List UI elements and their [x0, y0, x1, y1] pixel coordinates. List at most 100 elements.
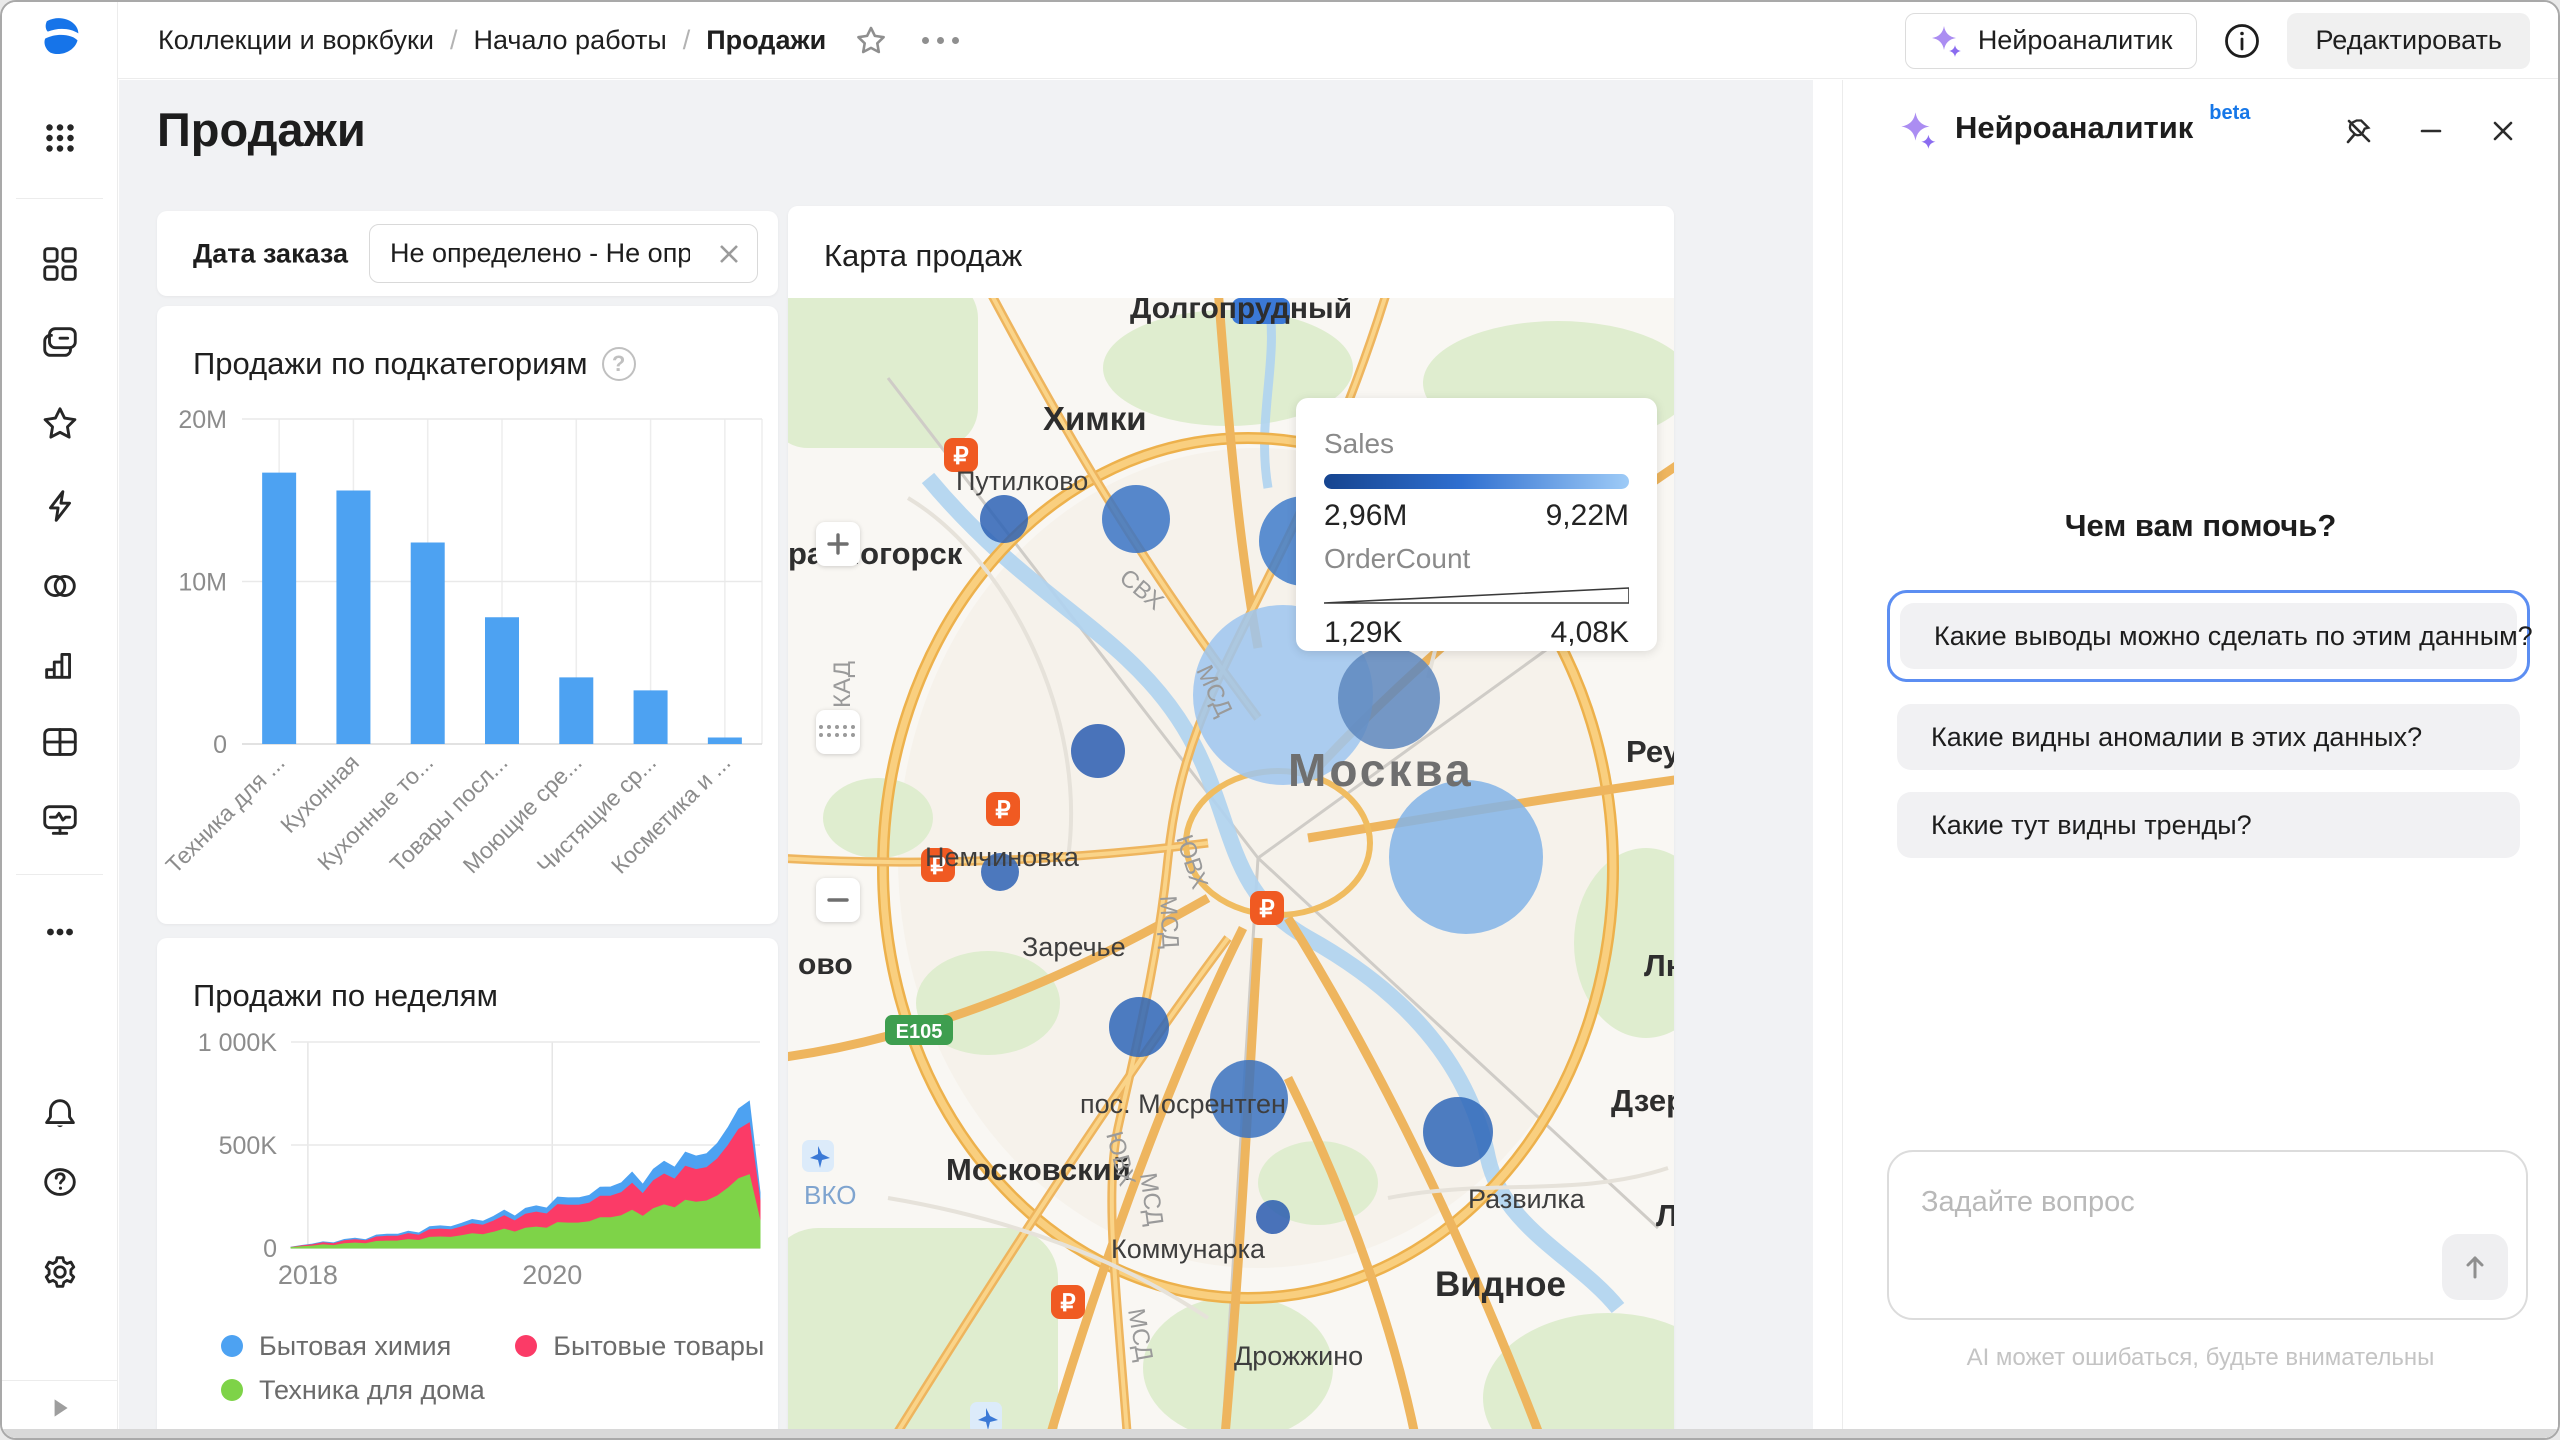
neuroanalyst-button[interactable]: Нейроаналитик	[1905, 13, 2198, 69]
date-filter-label: Дата заказа	[193, 238, 348, 269]
legend-dot-blue	[221, 1335, 243, 1357]
page-title: Продажи	[157, 102, 366, 157]
date-filter-card: Дата заказа Не определено - Не определен…	[157, 211, 778, 296]
dashboard-area: Продажи Дата заказа Не определено - Не о…	[119, 80, 1813, 1438]
question-input-placeholder: Задайте вопрос	[1921, 1186, 2135, 1219]
ai-disclaimer: AI может ошибаться, будьте внимательны	[1843, 1344, 2558, 1372]
svg-text:ово: ово	[798, 948, 853, 981]
more-actions-icon[interactable]	[922, 37, 959, 44]
svg-text:1 000K: 1 000K	[198, 1029, 278, 1057]
assistant-header: Нейроаналитик beta	[1843, 80, 2558, 176]
ordercount-max: 4,08K	[1551, 616, 1629, 650]
sales-map-card: Карта продаж	[788, 206, 1674, 1438]
svg-text:₽: ₽	[1259, 896, 1274, 923]
sidebar-expand-button[interactable]	[2, 1380, 117, 1434]
legend-item[interactable]: Бытовые товары	[515, 1326, 764, 1366]
help-icon[interactable]	[38, 1160, 82, 1204]
suggestion-chip[interactable]: Какие видны аномалии в этих данных?	[1897, 704, 2520, 770]
svg-text:0: 0	[263, 1235, 277, 1263]
svg-text:Развилка: Развилка	[1468, 1184, 1586, 1214]
suggestion-chip-label: Какие выводы можно сделать по этим данны…	[1900, 603, 2517, 669]
svg-text:Московский: Московский	[946, 1152, 1131, 1187]
breadcrumb-getting-started[interactable]: Начало работы	[473, 25, 666, 56]
svg-text:Видное: Видное	[1435, 1265, 1566, 1304]
arrow-up-icon	[2460, 1252, 2490, 1282]
breadcrumb-collections[interactable]: Коллекции и воркбуки	[158, 25, 434, 56]
ordercount-min: 1,29K	[1324, 616, 1402, 650]
svg-text:Коммунарка: Коммунарка	[1111, 1234, 1266, 1264]
legend-dot-green	[221, 1379, 243, 1401]
svg-text:Дзержинс: Дзержинс	[1611, 1083, 1674, 1118]
dashboards-icon[interactable]	[38, 242, 82, 286]
breadcrumb-separator: /	[683, 25, 691, 56]
edit-button[interactable]: Редактировать	[2287, 13, 2530, 69]
svg-text:₽: ₽	[1060, 1290, 1075, 1317]
breadcrumb: Коллекции и воркбуки / Начало работы / П…	[158, 2, 959, 79]
map-zoom-out-button[interactable]	[816, 878, 860, 922]
svg-text:20M: 20M	[178, 406, 227, 434]
datasets-icon[interactable]	[38, 564, 82, 608]
svg-text:2018: 2018	[278, 1260, 338, 1290]
bottom-scrollbar-track[interactable]	[2, 1429, 2558, 1438]
breadcrumb-separator: /	[450, 25, 458, 56]
map-viewport[interactable]: ₽₽₽₽₽E105ДолгопрудныйХимкиПутилковорасно…	[788, 298, 1674, 1438]
legend-item[interactable]: Техника для дома	[221, 1370, 485, 1410]
neuroanalyst-panel: Нейроаналитик beta Чем вам помочь? Какие…	[1842, 80, 2558, 1438]
bar-chart[interactable]: 010M20MТехника для ...КухоннаяКухонные т…	[157, 306, 778, 924]
minimize-icon[interactable]	[2416, 116, 2446, 146]
svg-text:Реуто: Реуто	[1626, 734, 1674, 769]
tables-icon[interactable]	[38, 720, 82, 764]
charts-icon[interactable]	[38, 642, 82, 686]
svg-text:2020: 2020	[522, 1260, 582, 1290]
connections-icon[interactable]	[38, 484, 82, 528]
suggestion-chip-focused[interactable]: Какие выводы можно сделать по этим данны…	[1887, 590, 2530, 682]
svg-text:Дрожжино: Дрожжино	[1234, 1341, 1363, 1371]
top-bar: Коллекции и воркбуки / Начало работы / П…	[118, 2, 2558, 79]
svg-text:расногорск: расногорск	[788, 536, 963, 571]
unpin-icon[interactable]	[2344, 116, 2374, 146]
beta-badge: beta	[2209, 102, 2250, 125]
sparkle-icon	[1899, 110, 1939, 150]
close-icon[interactable]	[2488, 116, 2518, 146]
legend-item[interactable]: Бытовая химия	[221, 1326, 451, 1366]
ordercount-legend-label: OrderCount	[1324, 543, 1629, 575]
map-zoom-in-button[interactable]	[816, 522, 860, 566]
ordercount-wedge	[1324, 587, 1629, 605]
settings-icon[interactable]	[38, 1250, 82, 1294]
notifications-icon[interactable]	[38, 1092, 82, 1136]
breadcrumb-current: Продажи	[706, 25, 826, 56]
sales-gradient-bar	[1324, 474, 1629, 489]
sparkle-icon	[1930, 24, 1964, 58]
assistant-title: Нейроаналитик	[1955, 110, 2193, 146]
svg-text:Немчиновка: Немчиновка	[925, 842, 1080, 872]
svg-text:Люб: Люб	[1644, 948, 1674, 983]
svg-text:Заречье: Заречье	[1022, 932, 1126, 962]
map-zoom-slider-handle[interactable]	[816, 710, 860, 754]
info-icon[interactable]	[2223, 22, 2261, 60]
svg-text:МСД: МСД	[1154, 895, 1184, 949]
favorite-star-icon[interactable]	[854, 24, 888, 58]
date-filter-value: Не определено - Не определено	[390, 238, 690, 269]
svg-text:₽: ₽	[995, 797, 1010, 824]
sales-legend-label: Sales	[1324, 428, 1629, 460]
date-filter-input[interactable]: Не определено - Не определено	[369, 224, 758, 283]
play-icon	[47, 1395, 73, 1421]
datalens-logo-icon[interactable]	[38, 14, 82, 58]
svg-text:ВКО: ВКО	[804, 1180, 856, 1210]
sales-min: 2,96M	[1324, 499, 1407, 533]
svg-text:Ль: Ль	[1656, 1198, 1674, 1233]
suggestion-chip[interactable]: Какие тут видны тренды?	[1897, 792, 2520, 858]
favorites-icon[interactable]	[38, 402, 82, 446]
collections-icon[interactable]	[38, 320, 82, 364]
more-services-icon[interactable]	[38, 910, 82, 954]
svg-text:Москва: Москва	[1288, 744, 1474, 796]
send-button[interactable]	[2442, 1234, 2508, 1300]
question-input[interactable]: Задайте вопрос	[1887, 1150, 2528, 1320]
all-services-icon[interactable]	[38, 116, 82, 160]
svg-text:Путилково: Путилково	[956, 466, 1088, 496]
weekly-chart-legend: Бытовая химия Бытовые товары Техника для…	[221, 1326, 764, 1414]
weekly-area-chart[interactable]: 0500K1 000K20182020	[157, 938, 778, 1318]
clear-filter-icon[interactable]	[715, 240, 743, 268]
monitoring-icon[interactable]	[38, 798, 82, 842]
left-sidebar	[2, 2, 118, 1440]
